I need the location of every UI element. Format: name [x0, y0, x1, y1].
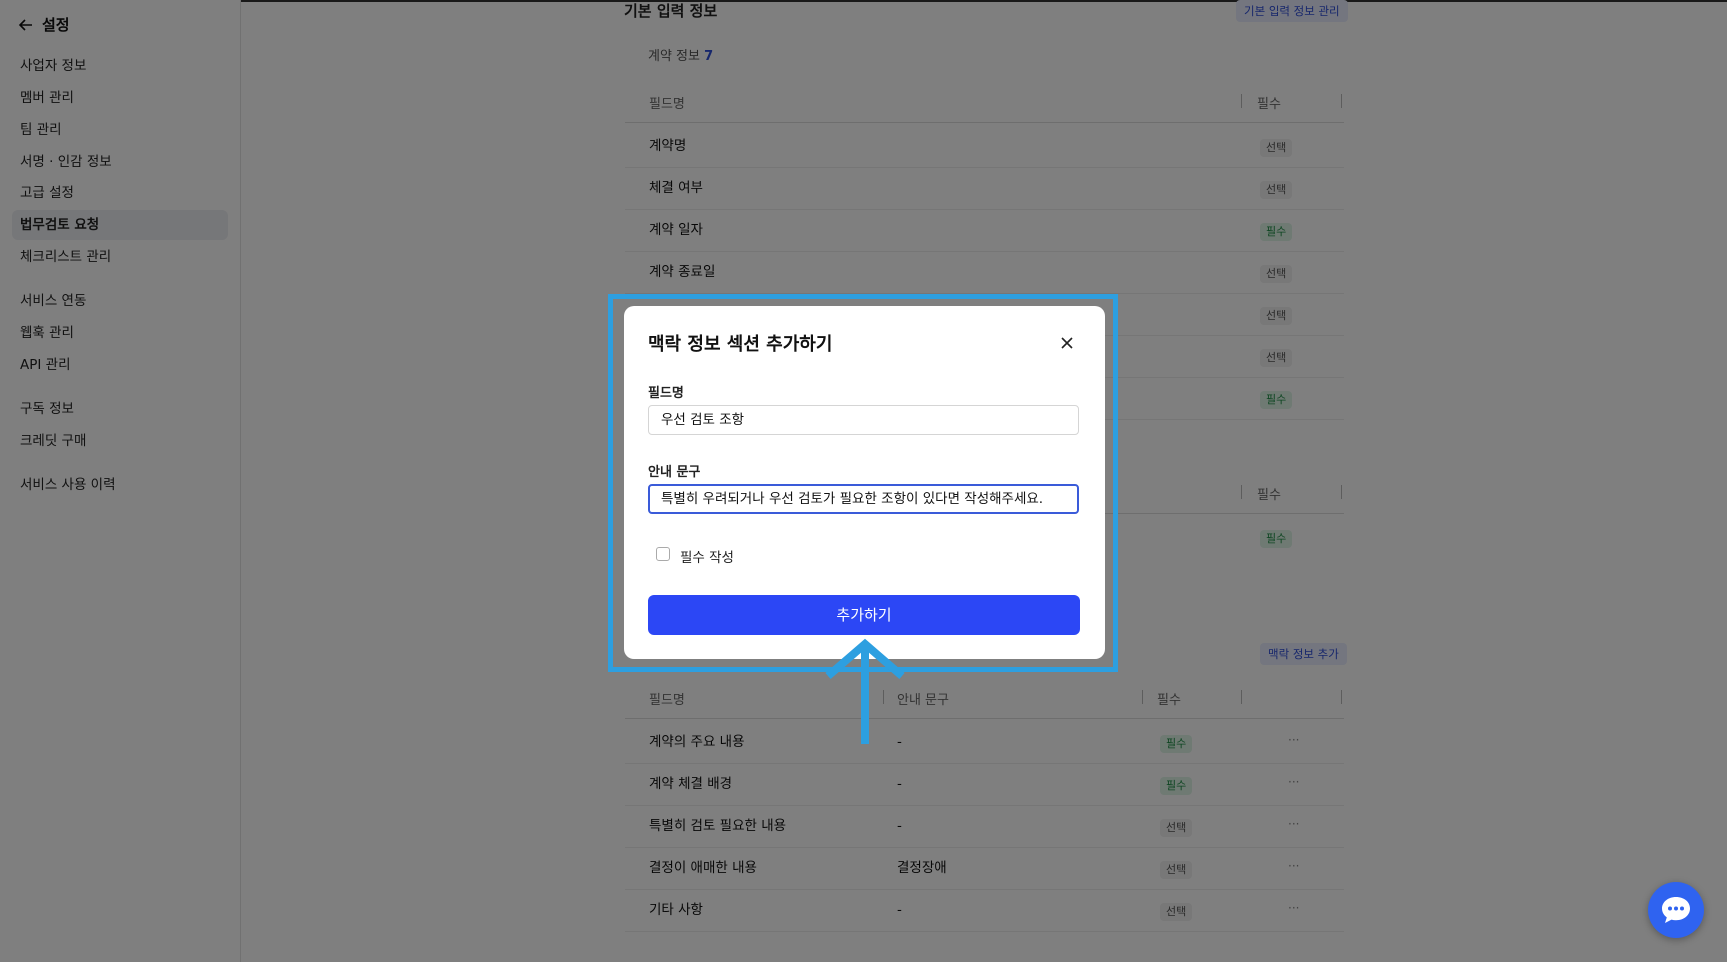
field-name-label: 필드명 — [648, 386, 684, 401]
chat-icon — [1662, 897, 1690, 923]
guide-text-label: 안내 문구 — [648, 465, 701, 480]
guide-text-input[interactable]: 특별히 우려되거나 우선 검토가 필요한 조항이 있다면 작성해주세요. — [648, 484, 1079, 514]
close-icon[interactable] — [1056, 332, 1078, 354]
modal-title: 맥락 정보 섹션 추가하기 — [648, 334, 833, 355]
add-button[interactable]: 추가하기 — [648, 595, 1080, 635]
required-checkbox[interactable] — [656, 547, 670, 561]
add-context-section-modal: 맥락 정보 섹션 추가하기 필드명 우선 검토 조항 안내 문구 특별히 우려되… — [624, 306, 1105, 659]
required-checkbox-label[interactable]: 필수 작성 — [680, 546, 734, 566]
up-arrow-icon — [825, 638, 905, 744]
field-name-input[interactable]: 우선 검토 조항 — [648, 405, 1079, 435]
chat-button[interactable] — [1648, 882, 1704, 938]
